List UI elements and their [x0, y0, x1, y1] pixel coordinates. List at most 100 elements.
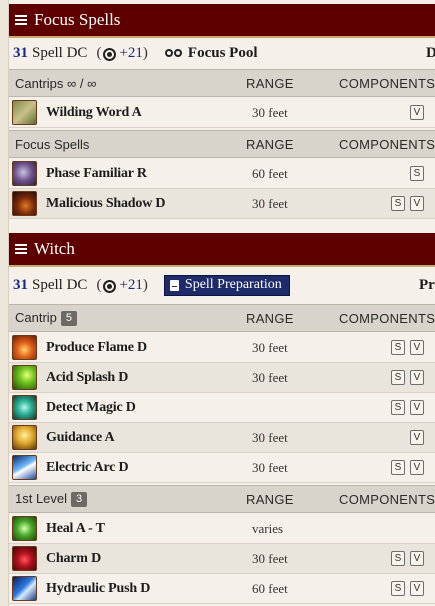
spell-name[interactable]: Phase Familiar R [46, 166, 147, 182]
spell-attack-value: +21 [119, 44, 143, 61]
spell-range: 30 feet [252, 104, 288, 120]
spell-name[interactable]: Malicious Shadow D [46, 196, 166, 212]
focus-spells-table-header: Focus Spells RANGE COMPONENTS [9, 130, 435, 158]
range-column-header: RANGE [246, 491, 294, 507]
level1-count-badge: 3 [71, 492, 88, 507]
wilding-word-icon [12, 100, 37, 125]
focus-cantrips-header: Cantrips ∞ / ∞ RANGE COMPONENTS [9, 69, 435, 97]
focus-dc-row: 31 Spell DC ( +21 ) Focus Pool D [9, 38, 435, 68]
spell-row[interactable]: Acid Splash D 30 feet S V [9, 363, 435, 393]
spell-dc-value: 31 [13, 276, 28, 293]
spell-preparation-label: Spell Preparation [184, 277, 282, 292]
spell-attack-icon [103, 279, 117, 293]
verbal-component: V [410, 551, 424, 566]
range-column-header: RANGE [246, 310, 294, 326]
somatic-component: S [410, 166, 424, 181]
spell-range: 30 feet [252, 195, 288, 211]
spell-range: varies [252, 520, 284, 536]
malicious-shadow-icon [12, 191, 37, 216]
verbal-component: V [410, 581, 424, 596]
spell-range: 60 feet [252, 580, 288, 596]
heal-icon [12, 516, 37, 541]
witch-title: Witch [34, 239, 75, 258]
verbal-component: V [410, 370, 424, 385]
witch-header[interactable]: Witch [9, 233, 435, 267]
charm-icon [12, 546, 37, 571]
menu-icon [15, 244, 27, 254]
truncated-text: Pr [419, 276, 435, 293]
spell-row[interactable]: Charm D 30 feet S V [9, 544, 435, 574]
spell-name[interactable]: Hydraulic Push D [46, 581, 150, 597]
somatic-component: S [391, 581, 405, 596]
focus-pool[interactable]: Focus Pool [164, 44, 258, 62]
range-column-header: RANGE [246, 136, 294, 152]
spell-name[interactable]: Charm D [46, 551, 101, 567]
spell-row[interactable]: Heal A - T varies [9, 514, 435, 544]
range-column-header: RANGE [246, 75, 294, 91]
verbal-component: V [410, 105, 424, 120]
spell-row[interactable]: Malicious Shadow D 30 feet S V [9, 189, 435, 219]
cantrip-label: Cantrip [15, 310, 57, 325]
witch-level1-header: 1st Level 3 RANGE COMPONENTS [9, 485, 435, 513]
spell-name[interactable]: Detect Magic D [46, 400, 136, 416]
somatic-component: S [391, 551, 405, 566]
spell-name[interactable]: Produce Flame D [46, 340, 147, 356]
focus-point-icon[interactable] [164, 49, 173, 57]
spell-row[interactable]: Detect Magic D S V [9, 393, 435, 423]
spell-attack-value: +21 [119, 276, 143, 293]
spell-preparation-button[interactable]: Spell Preparation [163, 274, 290, 296]
verbal-component: V [410, 430, 424, 445]
spell-row[interactable]: Hydraulic Push D 60 feet S V [9, 574, 435, 604]
focus-spells-header[interactable]: Focus Spells [9, 4, 435, 38]
electric-arc-icon [12, 455, 37, 480]
spell-attack-icon [103, 47, 117, 61]
spell-row[interactable]: Wilding Word A 30 feet V [9, 98, 435, 128]
somatic-component: S [391, 460, 405, 475]
spell-name[interactable]: Heal A - T [46, 521, 105, 537]
detect-magic-icon [12, 395, 37, 420]
verbal-component: V [410, 196, 424, 211]
components-column-header: COMPONENTS [339, 310, 435, 326]
witch-cantrip-header: Cantrip 5 RANGE COMPONENTS [9, 304, 435, 332]
spell-range: 30 feet [252, 369, 288, 385]
components-column-header: COMPONENTS [339, 136, 435, 152]
phase-familiar-icon [12, 161, 37, 186]
menu-icon [15, 15, 27, 25]
spell-range: 30 feet [252, 459, 288, 475]
focus-spells-label: Focus Spells [15, 136, 90, 152]
spell-name[interactable]: Acid Splash D [46, 370, 128, 386]
spells-panel: Focus Spells 31 Spell DC ( +21 ) Focus P… [8, 0, 435, 606]
somatic-component: S [391, 196, 405, 211]
verbal-component: V [410, 400, 424, 415]
focus-point-icon[interactable] [173, 49, 182, 57]
spell-name[interactable]: Guidance A [46, 430, 115, 446]
spell-range: 30 feet [252, 429, 288, 445]
spell-name[interactable]: Wilding Word A [46, 105, 142, 121]
focus-spells-title: Focus Spells [34, 10, 121, 29]
focus-cantrips-label: Cantrips ∞ / ∞ [15, 75, 97, 91]
somatic-component: S [391, 400, 405, 415]
truncated-text: D [426, 45, 435, 62]
spell-row[interactable]: Electric Arc D 30 feet S V [9, 453, 435, 483]
witch-dc-row: 31 Spell DC ( +21 ) Spell Preparation Pr [9, 270, 435, 300]
spell-row[interactable]: Produce Flame D 30 feet S V [9, 333, 435, 363]
hydraulic-push-icon [12, 576, 37, 601]
spell-row[interactable]: Guidance A 30 feet V [9, 423, 435, 453]
spell-row[interactable]: Phase Familiar R 60 feet S [9, 159, 435, 189]
verbal-component: V [410, 460, 424, 475]
guidance-icon [12, 425, 37, 450]
spell-dc-value: 31 [13, 44, 28, 61]
components-column-header: COMPONENTS [339, 491, 435, 507]
spell-dc-label: Spell DC [32, 276, 88, 293]
somatic-component: S [391, 340, 405, 355]
focus-pool-label: Focus Pool [187, 44, 258, 61]
verbal-component: V [410, 340, 424, 355]
level1-label: 1st Level [15, 491, 68, 506]
spell-range: 60 feet [252, 165, 288, 181]
flame-icon [12, 335, 37, 360]
spell-name[interactable]: Electric Arc D [46, 460, 129, 476]
components-column-header: COMPONENTS [339, 75, 435, 91]
spellbook-icon [169, 279, 179, 291]
acid-icon [12, 365, 37, 390]
spell-range: 30 feet [252, 550, 288, 566]
